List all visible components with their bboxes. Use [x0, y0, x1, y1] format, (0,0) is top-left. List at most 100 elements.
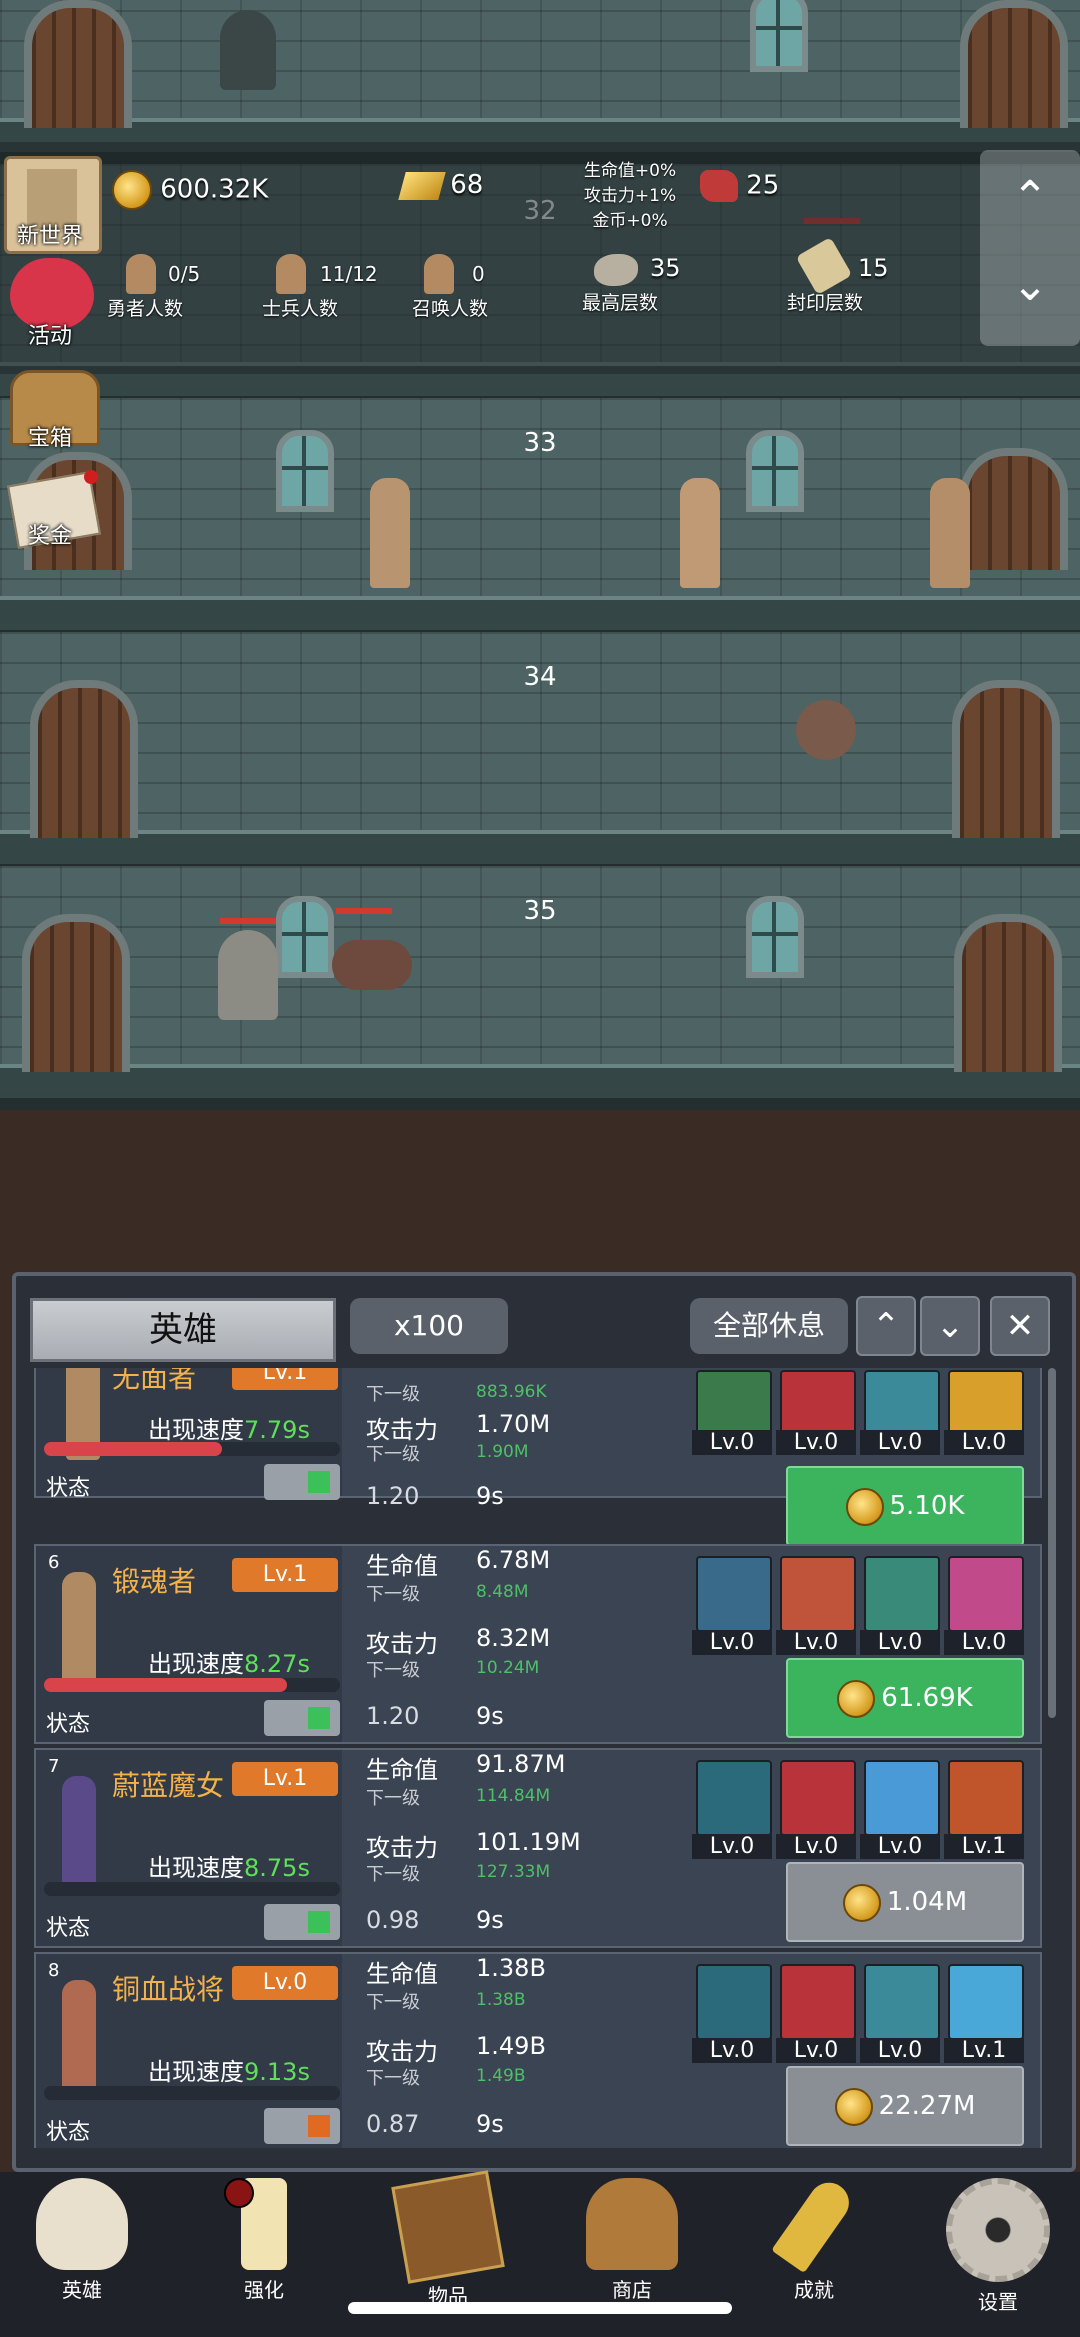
monster-hp-bar — [336, 908, 392, 914]
monster-hp-bar — [220, 918, 276, 924]
spawn-progress-bar — [44, 2086, 340, 2100]
scroll-down-button[interactable]: ⌄ — [980, 260, 1080, 311]
hero-card: 6 锻魂者 Lv.1 出现速度8.27s 状态 生命值 6.78M 下一级 8.… — [34, 1544, 1042, 1744]
door-icon — [960, 0, 1068, 128]
sword-icon[interactable] — [948, 1760, 1024, 1836]
bonus-list: 生命值+0% 攻击力+1% 金币+0% — [583, 161, 677, 231]
shield-icon[interactable] — [696, 1556, 772, 1632]
door-icon — [24, 0, 132, 128]
hero-level-badge[interactable]: Lv.1 — [232, 1368, 338, 1390]
nav-heroes[interactable]: 英雄 — [12, 2178, 152, 2303]
hero-level-badge[interactable]: Lv.1 — [232, 1558, 338, 1592]
upgrade-button[interactable]: 5.10K — [786, 1466, 1024, 1546]
nav-settings[interactable]: 设置 — [928, 2178, 1068, 2315]
hero-level-badge[interactable]: Lv.0 — [232, 1966, 338, 2000]
max-floor-group: 35 — [594, 250, 714, 290]
upgrade-button[interactable]: 61.69K — [786, 1658, 1024, 1738]
wings-icon[interactable] — [864, 1760, 940, 1836]
gold-coin-icon — [834, 2087, 873, 2126]
hero-list[interactable]: 无面者 Lv.1 出现速度7.79s 状态 下一级 883.96K 攻击力 1.… — [34, 1368, 1046, 2148]
multiplier-button[interactable]: x100 — [350, 1298, 508, 1354]
summon-label: 召唤人数 — [411, 298, 488, 320]
gold-bar-icon — [398, 171, 446, 200]
hero-state-toggle[interactable] — [264, 2108, 340, 2144]
window-icon — [276, 430, 334, 512]
floor-number: 34 — [523, 662, 557, 692]
gold-value: 600.32K — [160, 174, 269, 205]
sword-icon[interactable] — [780, 1964, 856, 2040]
heart-plus-icon[interactable] — [948, 1964, 1024, 2040]
spawn-progress-bar — [44, 1442, 340, 1456]
upgrade-button[interactable]: 1.04M — [786, 1862, 1024, 1942]
gold-counter: 600.32K — [112, 170, 268, 210]
hero-state-toggle[interactable] — [264, 1904, 340, 1940]
scroll-icon — [795, 236, 853, 296]
window-icon — [750, 0, 808, 72]
hero-name: 锻魂者 — [112, 1565, 197, 1598]
hero-portrait — [62, 1980, 96, 2100]
hero-portrait — [62, 1572, 96, 1692]
spawn-progress-bar — [44, 1882, 340, 1896]
home-indicator[interactable] — [348, 2302, 732, 2314]
hero-level-badge[interactable]: Lv.1 — [232, 1762, 338, 1796]
shield-icon[interactable] — [696, 1760, 772, 1836]
shield-icon[interactable] — [696, 1964, 772, 2040]
seal-floor-group: 15 — [795, 236, 924, 296]
summon-count-group: 0 — [424, 254, 504, 294]
boots-icon[interactable] — [864, 1964, 940, 2040]
hero-list-scrollbar[interactable] — [1048, 1368, 1056, 1718]
bat-monster — [332, 940, 412, 990]
soldier-character — [680, 478, 720, 588]
nav-items[interactable]: 物品 — [378, 2170, 518, 2309]
gold-coin-icon — [842, 1883, 881, 1922]
hero-state-toggle[interactable] — [264, 1700, 340, 1736]
beer-mug-icon — [586, 2178, 678, 2270]
floor-number: 35 — [523, 896, 557, 926]
hammer-icon[interactable] — [864, 1556, 940, 1632]
window-icon — [746, 896, 804, 978]
hero-card: 7 蔚蓝魔女 Lv.1 出现速度8.75s 状态 生命值 91.87M 下一级 … — [34, 1748, 1042, 1948]
rest-all-button[interactable]: 全部休息 — [690, 1298, 848, 1354]
panel-down-button[interactable]: ⌄ — [920, 1296, 980, 1356]
window-icon — [276, 896, 334, 978]
soldier-character — [370, 478, 410, 588]
spawn-speed: 出现速度8.27s — [148, 1650, 310, 1678]
window-icon — [746, 430, 804, 512]
hero-name: 无面者 — [112, 1368, 197, 1394]
gear-icon — [946, 2178, 1050, 2282]
gem-value: 25 — [746, 170, 780, 201]
nav-achievements[interactable]: 成就 — [744, 2174, 884, 2303]
summon-icon — [424, 254, 454, 294]
book-icon — [391, 2170, 505, 2284]
axe-icon[interactable] — [780, 1556, 856, 1632]
spawn-progress-bar — [44, 1678, 340, 1692]
door-icon — [22, 914, 130, 1072]
stone-icon — [594, 254, 638, 286]
new-world-label: 新世界 — [16, 224, 83, 249]
bat-monster — [796, 700, 856, 760]
hero-name: 蔚蓝魔女 — [112, 1769, 225, 1802]
panel-up-button[interactable]: ⌃ — [856, 1296, 916, 1356]
event-label: 活动 — [27, 324, 72, 349]
spear-icon[interactable] — [780, 1760, 856, 1836]
skull-icon — [36, 2178, 128, 2270]
close-icon[interactable]: ✕ — [990, 1296, 1050, 1356]
state-label: 状态 — [46, 2120, 91, 2145]
hero-portrait — [62, 1776, 96, 1896]
gold-coin-icon — [845, 1487, 884, 1526]
notification-dot — [84, 470, 98, 484]
upgrade-button[interactable]: 22.27M — [786, 2066, 1024, 2146]
tab-heroes[interactable]: 英雄 — [30, 1298, 336, 1362]
reward-label: 奖金 — [27, 524, 72, 549]
boots-icon[interactable] — [948, 1556, 1024, 1632]
nav-shop[interactable]: 商店 — [562, 2178, 702, 2303]
hero-state-toggle[interactable] — [264, 1464, 340, 1500]
scroll-up-button[interactable]: ⌃ — [980, 172, 1080, 223]
hero-name: 铜血战将 — [112, 1973, 225, 2006]
hero-icon — [126, 254, 156, 294]
chest-label: 宝箱 — [27, 426, 72, 451]
spawn-speed: 出现速度7.79s — [148, 1416, 310, 1444]
nav-upgrade[interactable]: 强化 — [194, 2178, 334, 2303]
seal-floor-label: 封印层数 — [786, 292, 863, 314]
soldiers-label: 士兵人数 — [261, 298, 338, 320]
